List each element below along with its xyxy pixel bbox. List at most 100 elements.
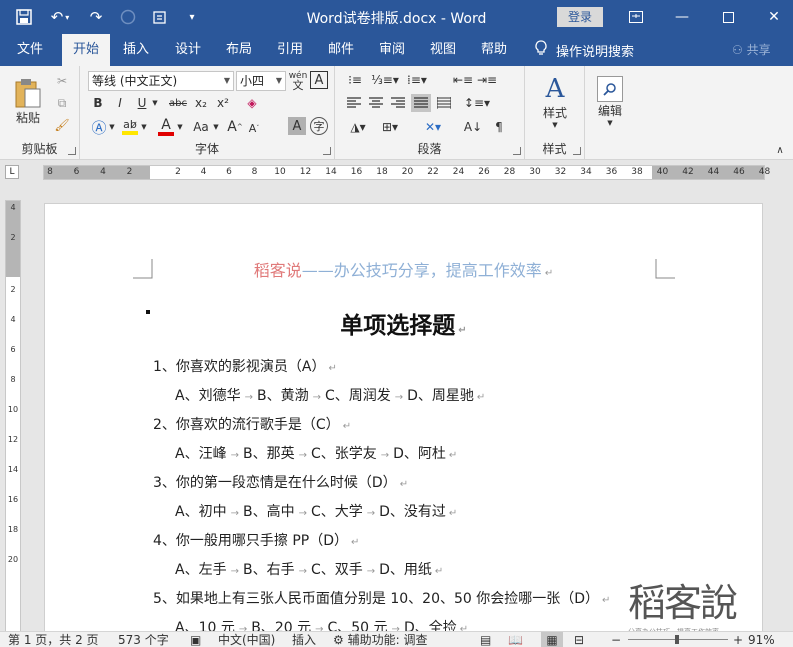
read-mode-icon[interactable]: 📖 <box>508 632 523 647</box>
italic-button[interactable]: I <box>112 94 128 112</box>
collapse-ribbon-icon[interactable]: ∧ <box>772 144 788 156</box>
multilevel-list-icon[interactable]: ⁞≡▾ <box>403 71 431 89</box>
bold-button[interactable]: B <box>90 94 106 112</box>
paste-button[interactable]: 粘贴 <box>10 72 46 130</box>
distributed-icon[interactable] <box>435 94 453 112</box>
numbering-icon[interactable]: ⅓≡▾ <box>371 71 399 89</box>
focus-mode-icon[interactable]: ▤ <box>480 632 491 647</box>
font-color-button[interactable]: A <box>156 116 176 138</box>
ruler-tick-label: 16 <box>350 167 363 177</box>
accessibility-status[interactable]: ⚙ 辅助功能: 调查 <box>333 632 427 647</box>
ruler-tick-label: 22 <box>427 167 439 177</box>
options-line: A、汪峰 → B、那英 → C、张学友 → D、阿杜 ↵ <box>175 446 458 462</box>
word-count[interactable]: 573 个字 <box>118 632 169 647</box>
strikethrough-button[interactable]: abc <box>166 94 190 112</box>
tab-review[interactable]: 审阅 <box>370 34 414 66</box>
clear-formatting-icon[interactable]: ◈ <box>242 94 262 112</box>
text-effects-icon[interactable]: Ⓐ <box>90 117 108 137</box>
styles-launcher-icon[interactable] <box>573 147 581 155</box>
align-left-icon[interactable] <box>345 94 363 112</box>
styles-button[interactable]: A 样式 ▼ <box>533 70 577 132</box>
login-button[interactable]: 登录 <box>557 7 603 27</box>
ruler-tick-label: 2 <box>10 233 16 242</box>
sort-icon[interactable]: A↓ <box>463 117 483 137</box>
chevron-down-icon[interactable]: ▼ <box>151 94 159 112</box>
tab-insert[interactable]: 插入 <box>114 34 158 66</box>
chevron-down-icon[interactable]: ▼ <box>140 117 148 137</box>
line-spacing-icon[interactable]: ↕≡▾ <box>463 94 491 112</box>
character-border-icon[interactable]: A <box>310 71 328 89</box>
watermark-logo-art: 稻客說 <box>628 581 738 625</box>
close-icon[interactable]: ✕ <box>751 0 793 34</box>
share-button[interactable]: ⚇ 共享 <box>732 34 771 66</box>
underline-button[interactable]: U <box>134 94 150 112</box>
subscript-button[interactable]: x₂ <box>192 94 210 112</box>
zoom-slider-thumb[interactable] <box>675 635 679 644</box>
font-color-letter: A <box>161 117 171 133</box>
chevron-down-icon[interactable]: ▼ <box>108 117 116 137</box>
enclose-characters-icon[interactable]: 字 <box>310 117 328 135</box>
font-launcher-icon[interactable] <box>323 147 331 155</box>
vertical-ruler[interactable]: 4 2 2 4 6 8 10 12 14 16 18 20 <box>5 200 21 636</box>
editing-button[interactable]: 编辑 ▼ <box>593 70 627 132</box>
tab-view[interactable]: 视图 <box>421 34 465 66</box>
answer-option: D、用纸 <box>379 562 432 578</box>
align-center-icon[interactable] <box>367 94 385 112</box>
align-right-icon[interactable] <box>389 94 407 112</box>
answer-option: C、张学友 <box>310 446 377 462</box>
superscript-button[interactable]: x² <box>214 94 232 112</box>
tab-file[interactable]: 文件 <box>8 34 52 66</box>
bullets-icon[interactable]: ⁝≡ <box>343 71 367 89</box>
tab-help[interactable]: 帮助 <box>472 34 516 66</box>
grow-font-icon[interactable]: A ^ <box>226 117 244 137</box>
borders-icon[interactable]: ⊞▾ <box>377 117 403 137</box>
minimize-icon[interactable]: — <box>659 0 705 34</box>
chevron-down-icon[interactable]: ▼ <box>212 117 220 137</box>
cut-icon[interactable]: ✂ <box>52 72 72 90</box>
insert-mode[interactable]: 插入 <box>292 632 316 647</box>
tab-references[interactable]: 引用 <box>268 34 312 66</box>
tab-layout[interactable]: 布局 <box>217 34 261 66</box>
tab-design[interactable]: 设计 <box>166 34 210 66</box>
font-size-combo[interactable]: 小四 ▼ <box>236 71 286 91</box>
chinese-layout-icon[interactable]: ✕▾ <box>419 117 447 137</box>
tell-me-search[interactable]: 操作说明搜索 <box>534 34 634 66</box>
show-paragraph-marks-icon[interactable]: ¶ <box>489 117 509 137</box>
page-count[interactable]: 第 1 页，共 2 页 <box>8 632 99 647</box>
character-shading-icon[interactable]: A <box>288 117 306 135</box>
shrink-font-icon[interactable]: Aˇ <box>246 119 262 137</box>
question-text: 5、如果地上有三张人民币面值分别是 10、20、50 你会捡哪一张（D） <box>153 591 600 607</box>
zoom-in-button[interactable]: + <box>733 632 743 647</box>
chevron-down-icon[interactable]: ▼ <box>176 117 184 137</box>
ruler-tick-label: 32 <box>554 167 567 177</box>
zoom-level[interactable]: 91% <box>748 632 775 647</box>
shading-icon[interactable]: ◮▾ <box>345 117 371 137</box>
horizontal-ruler[interactable]: 8 6 4 2 2 4 6 8 10 12 14 16 18 20 22 24 26 28 30 32 34 36 38 40… <box>43 165 770 180</box>
accessibility-label: 辅助功能: 调查 <box>347 633 428 647</box>
question-line: 2、你喜欢的流行歌手是（C） ↵ <box>153 417 352 433</box>
maximize-icon[interactable] <box>705 0 751 34</box>
print-layout-icon[interactable]: ▦ <box>541 632 563 647</box>
tab-home[interactable]: 开始 <box>62 34 110 66</box>
justify-icon[interactable] <box>411 94 431 112</box>
web-layout-icon[interactable]: ⊟ <box>574 632 584 647</box>
copy-icon[interactable]: ⧉ <box>52 94 72 112</box>
document-page[interactable]: 稻客说——办公技巧分享，提高工作效率 ↵ 单项选择题 ↵ 1、你喜欢的影视演员（A）… <box>44 203 763 635</box>
font-name-combo[interactable]: 等线 (中文正文) ▼ <box>88 71 234 91</box>
change-case-button[interactable]: Aa <box>190 117 212 137</box>
increase-indent-icon[interactable]: ⇥≡ <box>477 71 497 89</box>
tab-mailings[interactable]: 邮件 <box>319 34 363 66</box>
proofing-icon[interactable]: ▣ <box>190 632 201 647</box>
highlight-color-button[interactable]: ab̷ <box>120 116 140 138</box>
phonetic-guide-button[interactable]: wén 文 <box>288 70 308 92</box>
ribbon-display-options-icon[interactable] <box>613 0 659 34</box>
clipboard-launcher-icon[interactable] <box>68 147 76 155</box>
paragraph-launcher-icon[interactable] <box>513 147 521 155</box>
status-bar: 第 1 页，共 2 页 573 个字 ▣ 中文(中国) 插入 ⚙ 辅助功能: 调… <box>0 631 793 647</box>
format-painter-icon[interactable]: 🖌 <box>52 116 72 134</box>
language-status[interactable]: 中文(中国) <box>218 632 275 647</box>
tab-selector[interactable]: L <box>5 165 19 179</box>
ruler-tick-label: 20 <box>7 555 19 564</box>
zoom-out-button[interactable]: − <box>611 632 621 647</box>
decrease-indent-icon[interactable]: ⇤≡ <box>453 71 473 89</box>
